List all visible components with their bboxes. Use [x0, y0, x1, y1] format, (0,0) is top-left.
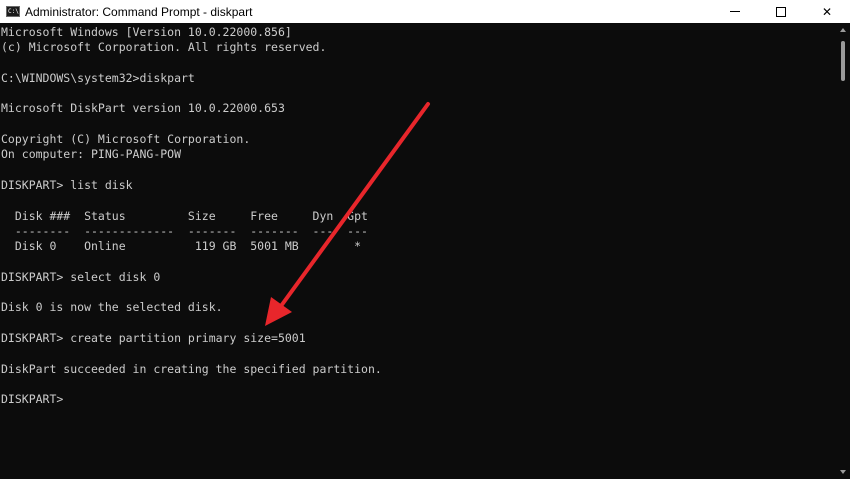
scroll-thumb[interactable] — [841, 41, 845, 81]
console-line: Disk 0 Online 119 GB 5001 MB * — [1, 239, 362, 254]
close-icon: ✕ — [821, 4, 833, 19]
console-line: Microsoft Windows [Version 10.0.22000.85… — [1, 25, 292, 39]
minimize-button[interactable] — [712, 0, 758, 23]
console-line: DISKPART> create partition primary size=… — [1, 330, 306, 345]
console-line: Disk 0 is now the selected disk. — [1, 300, 223, 315]
vertical-scrollbar[interactable] — [836, 23, 850, 479]
console-line: -------- ------------- ------- ------- -… — [1, 223, 368, 238]
window-controls: ✕ — [712, 0, 850, 23]
console-line: DISKPART> select disk 0 — [1, 269, 161, 284]
maximize-button[interactable] — [758, 0, 804, 23]
cmd-icon: C:\ — [6, 6, 20, 17]
window-title: Administrator: Command Prompt - diskpart — [25, 4, 253, 19]
console-line: On computer: PING-PANG-POW — [1, 147, 182, 162]
terminal-output[interactable]: Microsoft Windows [Version 10.0.22000.85… — [0, 23, 836, 479]
maximize-icon — [776, 6, 786, 17]
close-button[interactable]: ✕ — [804, 0, 850, 23]
console-line: (c) Microsoft Corporation. All rights re… — [1, 40, 327, 55]
minimize-icon — [730, 11, 740, 12]
console-line: Disk ### Status Size Free Dyn Gpt — [1, 208, 368, 223]
console-line: Microsoft DiskPart version 10.0.22000.65… — [1, 101, 285, 116]
console-line: Copyright (C) Microsoft Corporation. — [1, 132, 251, 147]
console-line: DISKPART> list disk — [1, 177, 133, 192]
console-line: DiskPart succeeded in creating the speci… — [1, 361, 382, 376]
console-text: Microsoft Windows [Version 10.0.22000.85… — [0, 23, 836, 407]
console-line: DISKPART> — [1, 392, 71, 407]
title-bar[interactable]: C:\ Administrator: Command Prompt - disk… — [0, 0, 850, 23]
scroll-down-icon[interactable] — [840, 470, 846, 474]
console-line: C:\WINDOWS\system32>diskpart — [1, 70, 195, 85]
scroll-up-icon[interactable] — [840, 28, 846, 32]
